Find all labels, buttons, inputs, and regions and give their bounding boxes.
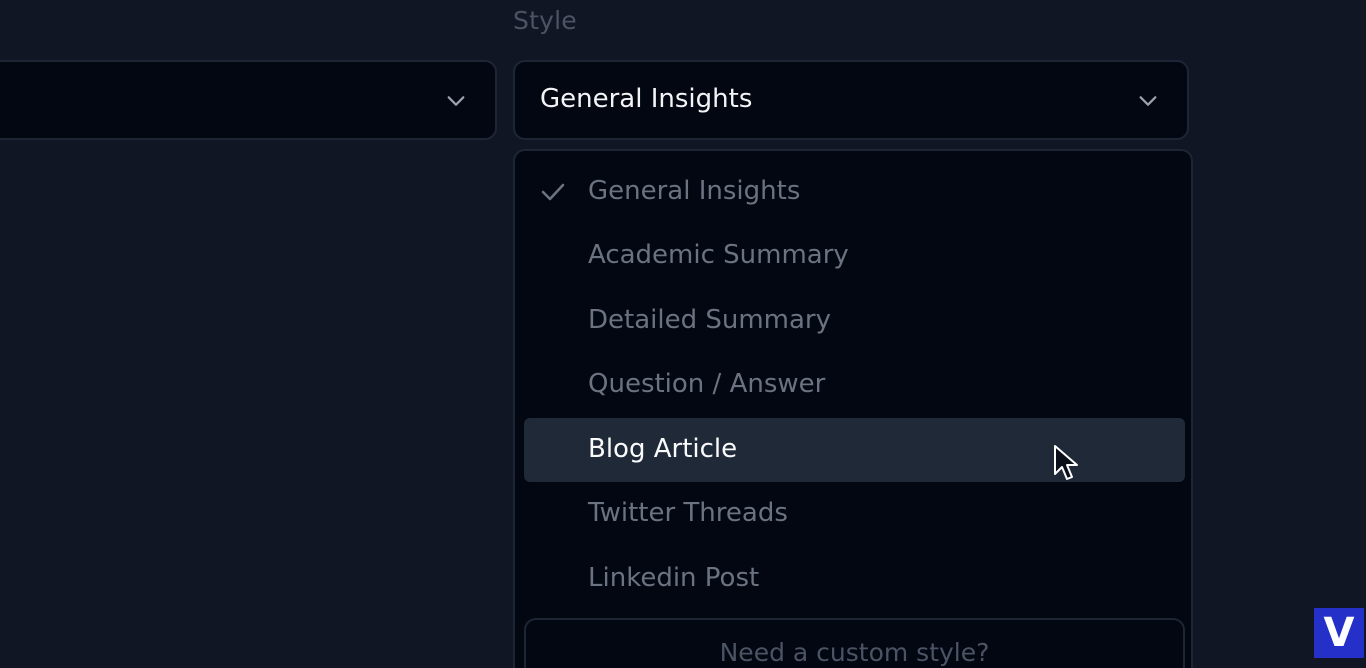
chevron-down-icon — [447, 96, 465, 106]
dropdown-option-question-answer[interactable]: Question / Answer — [524, 353, 1185, 417]
dropdown-option-label: Question / Answer — [588, 369, 826, 399]
mouse-pointer-icon — [1054, 445, 1078, 480]
dropdown-option-label: General Insights — [588, 176, 801, 206]
dropdown-option-blog-article[interactable]: Blog Article — [524, 418, 1185, 482]
custom-style-button[interactable]: Need a custom style? — [524, 618, 1185, 668]
left-select[interactable] — [0, 60, 497, 140]
style-select[interactable]: General Insights — [513, 60, 1189, 140]
dropdown-option-linkedin-post[interactable]: Linkedin Post — [524, 547, 1185, 611]
style-select-value: General Insights — [540, 84, 753, 114]
dropdown-option-label: Detailed Summary — [588, 305, 832, 335]
dropdown-option-label: Twitter Threads — [588, 498, 788, 528]
watermark-logo: V — [1314, 608, 1364, 658]
dropdown-option-label: Linkedin Post — [588, 563, 760, 593]
style-field-label: Style — [513, 6, 577, 35]
custom-style-label: Need a custom style? — [719, 638, 990, 667]
dropdown-option-academic-summary[interactable]: Academic Summary — [524, 224, 1185, 288]
dropdown-option-general-insights[interactable]: General Insights — [524, 160, 1185, 224]
dropdown-option-label: Academic Summary — [588, 240, 849, 270]
style-dropdown-menu: General Insights Academic Summary Detail… — [513, 149, 1193, 668]
check-icon — [541, 183, 565, 201]
dropdown-option-detailed-summary[interactable]: Detailed Summary — [524, 289, 1185, 353]
dropdown-option-twitter-threads[interactable]: Twitter Threads — [524, 482, 1185, 546]
chevron-down-icon — [1139, 96, 1157, 106]
dropdown-option-label: Blog Article — [588, 434, 738, 464]
page: Style General Insights General Insights … — [0, 0, 1366, 668]
watermark-letter: V — [1323, 610, 1355, 656]
